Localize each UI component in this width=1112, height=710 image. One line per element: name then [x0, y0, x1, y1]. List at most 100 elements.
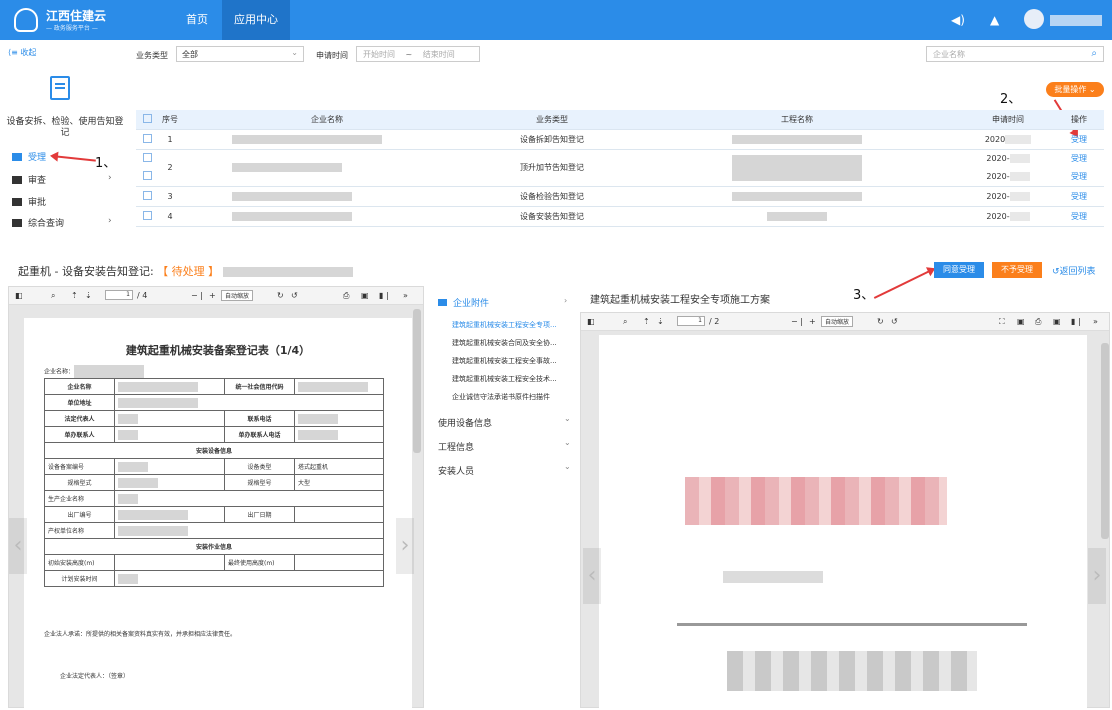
- redacted-document-text: [723, 571, 823, 583]
- find-icon[interactable]: ⌕: [623, 317, 627, 327]
- reject-accept-button[interactable]: 不予受理: [992, 262, 1042, 278]
- zoom-select[interactable]: 自动缩放: [221, 290, 254, 301]
- sidebar-title: 设备安拆、检验、使用告知登记: [6, 117, 124, 138]
- next-page-icon[interactable]: ⇣: [657, 317, 664, 326]
- zoom-in-icon[interactable]: +: [809, 317, 816, 326]
- pdf-page: [599, 335, 1087, 709]
- row-checkbox[interactable]: [142, 133, 152, 143]
- form-title: 建筑起重机械安装备案登记表（1/4）: [125, 344, 311, 357]
- apply-time-label: 申请时间: [316, 51, 348, 60]
- accept-link[interactable]: 受理: [1071, 154, 1087, 163]
- pdf-scrollbar[interactable]: [413, 309, 421, 453]
- attachment-item[interactable]: 企业诚信守法承诺书原件扫描件: [452, 392, 550, 402]
- print-icon[interactable]: ⎙: [343, 291, 349, 301]
- pdf-scrollbar[interactable]: [1101, 343, 1109, 539]
- logo-subtitle: — 政务服务平台 —: [46, 25, 98, 32]
- accept-link[interactable]: 受理: [1054, 129, 1104, 150]
- attachment-item[interactable]: 建筑起重机械安装工程安全专项...: [452, 320, 557, 330]
- back-to-list-link[interactable]: ↺返回列表: [1052, 264, 1096, 277]
- chevron-down-icon: ⌄: [291, 48, 298, 57]
- prev-page-icon[interactable]: ⇡: [71, 291, 78, 300]
- find-icon[interactable]: ⌕: [51, 291, 55, 301]
- accept-link[interactable]: 受理: [1071, 172, 1087, 181]
- rotate-ccw-icon[interactable]: ↺: [891, 317, 898, 326]
- row-checkbox[interactable]: [142, 153, 152, 162]
- col-date: 申请时间: [962, 110, 1054, 130]
- prev-file-button[interactable]: ‹: [9, 518, 27, 574]
- accept-link[interactable]: 受理: [1054, 206, 1104, 227]
- bookmark-icon[interactable]: ▮ |: [379, 291, 389, 300]
- print-icon[interactable]: ⎙: [1035, 317, 1041, 327]
- fullscreen-icon[interactable]: ⛶: [999, 317, 1005, 327]
- tree-group-installers[interactable]: 安装人员: [438, 464, 474, 477]
- table-row: 2 顶升加节告知登记 2020- 2020- 受理 受理: [136, 149, 1104, 187]
- collapse-button[interactable]: ⟨≡ 收起: [8, 47, 36, 58]
- more-tools-icon[interactable]: »: [1093, 317, 1098, 326]
- open-file-icon[interactable]: ▣: [1017, 317, 1025, 326]
- agree-accept-button[interactable]: 同意受理: [934, 262, 984, 278]
- bell-icon[interactable]: ▲: [990, 13, 999, 27]
- zoom-out-icon[interactable]: − |: [791, 317, 803, 326]
- company-search-input[interactable]: 企业名称 ⌕: [926, 46, 1104, 62]
- zoom-in-icon[interactable]: +: [209, 291, 216, 300]
- sidebar-toggle-icon[interactable]: ◧: [15, 291, 23, 300]
- col-action: 操作: [1054, 110, 1104, 130]
- zoom-select[interactable]: 自动缩放: [821, 316, 854, 327]
- registration-form-table: 企业名称 统一社会信用代码 单位地址 法定代表人 联系电话 单办联系人 单办联系人电话…: [44, 378, 384, 587]
- col-no: 序号: [158, 110, 182, 130]
- start-date-input[interactable]: 开始时间: [363, 50, 395, 59]
- next-file-button[interactable]: ›: [396, 518, 414, 574]
- next-page-icon[interactable]: ⇣: [85, 291, 92, 300]
- download-icon[interactable]: ▣: [1053, 317, 1061, 326]
- chevron-down-icon: ⌄: [564, 462, 571, 471]
- tree-group-project[interactable]: 工程信息: [438, 440, 474, 453]
- sidebar-item-query[interactable]: 综合查询: [12, 216, 64, 229]
- attachment-item[interactable]: 建筑起重机械安装工程安全事故...: [452, 356, 557, 366]
- rotate-ccw-icon[interactable]: ↺: [291, 291, 298, 300]
- zoom-out-icon[interactable]: − |: [191, 291, 203, 300]
- file-icon: [12, 153, 22, 161]
- business-type-select[interactable]: 全部 ⌄: [176, 46, 304, 62]
- row-checkbox[interactable]: [142, 171, 152, 180]
- accept-link[interactable]: 受理: [1054, 186, 1104, 207]
- row-checkbox[interactable]: [142, 210, 152, 220]
- rotate-cw-icon[interactable]: ↻: [877, 317, 884, 326]
- task-table: 序号 企业名称 业务类型 工程名称 申请时间 操作 1 设备拆卸告知登记 202…: [136, 110, 1104, 227]
- chevron-down-icon: ⌄: [564, 438, 571, 447]
- redacted-document-text: [727, 651, 977, 691]
- attachment-item[interactable]: 建筑起重机械安装合同及安全协...: [452, 338, 557, 348]
- avatar[interactable]: [1024, 9, 1044, 29]
- nav-home[interactable]: 首页: [186, 0, 208, 40]
- annotation-3: 3、: [853, 288, 875, 303]
- sidebar-toggle-icon[interactable]: ◧: [587, 317, 595, 326]
- select-all-cell: [136, 110, 158, 130]
- search-icon[interactable]: ⌕: [1091, 48, 1097, 59]
- nav-app-center[interactable]: 应用中心: [222, 0, 290, 40]
- batch-action-button[interactable]: 批量操作 ⌄: [1046, 82, 1104, 97]
- bookmark-icon[interactable]: ▮ |: [1071, 317, 1081, 326]
- table-row: 4 设备安装告知登记 2020- 受理: [136, 206, 1104, 227]
- next-file-button[interactable]: ›: [1088, 548, 1106, 604]
- attachment-item[interactable]: 建筑起重机械安装工程安全技术...: [452, 374, 557, 384]
- sidebar-item-approve[interactable]: 审批: [12, 195, 46, 208]
- date-range-input[interactable]: 开始时间 ~ 结束时间: [356, 46, 480, 62]
- download-icon[interactable]: ▣: [361, 291, 369, 300]
- end-date-input[interactable]: 结束时间: [423, 50, 455, 59]
- redacted-company: [232, 191, 352, 201]
- speaker-icon[interactable]: ◀): [951, 13, 965, 27]
- prev-page-icon[interactable]: ⇡: [643, 317, 650, 326]
- tree-group-device[interactable]: 使用设备信息: [438, 416, 492, 429]
- user-name-redacted[interactable]: [1050, 15, 1102, 26]
- sidebar-item-accept[interactable]: 受理: [12, 150, 46, 163]
- attachment-folder[interactable]: 企业附件: [438, 296, 489, 309]
- row-checkbox[interactable]: [142, 190, 152, 200]
- page-number-input[interactable]: 1: [677, 316, 705, 326]
- more-tools-icon[interactable]: »: [403, 291, 408, 300]
- prev-file-button[interactable]: ‹: [583, 548, 601, 604]
- select-all-checkbox[interactable]: [142, 113, 152, 123]
- table-row: 1 设备拆卸告知登记 2020 受理: [136, 129, 1104, 150]
- business-type-label: 业务类型: [136, 51, 168, 60]
- page-number-input[interactable]: 1: [105, 290, 133, 300]
- sidebar-item-review[interactable]: 审查: [12, 173, 46, 186]
- rotate-cw-icon[interactable]: ↻: [277, 291, 284, 300]
